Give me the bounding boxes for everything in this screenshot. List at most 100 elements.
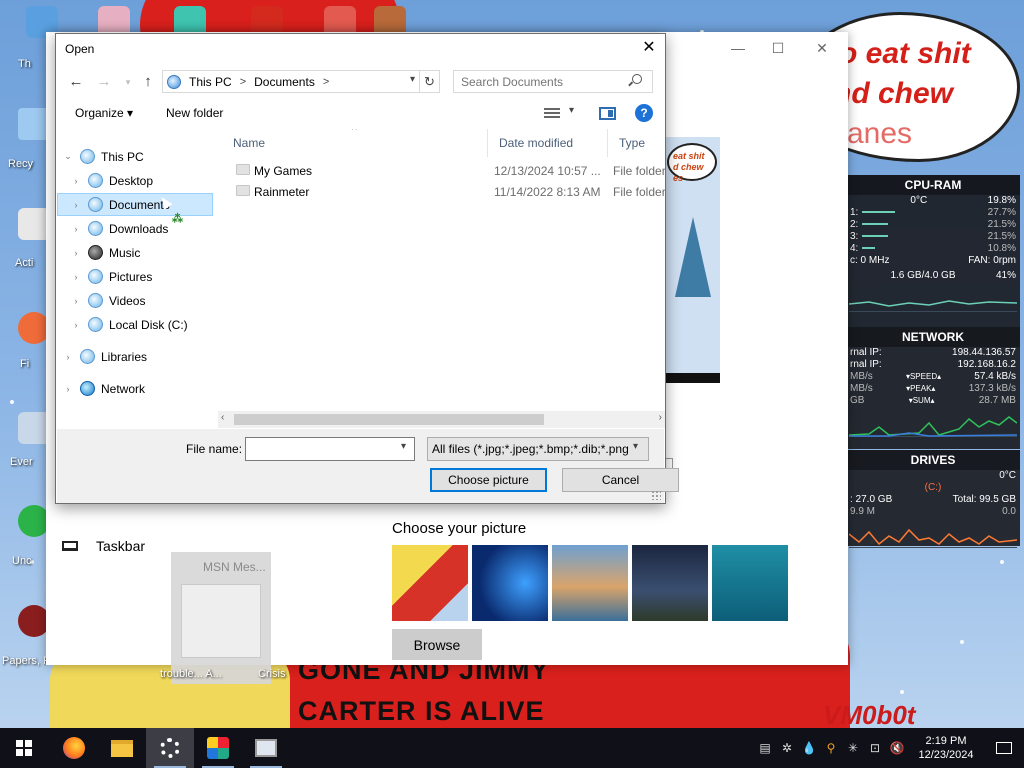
cpu-core-row: 4: 10.8%: [846, 243, 1020, 255]
file-type-filter[interactable]: All files (*.jpg;*.jpeg;*.bmp;*.dib;*.pn…: [427, 437, 649, 461]
horizontal-scrollbar[interactable]: ‹ ›: [218, 411, 665, 428]
start-button[interactable]: [0, 728, 48, 768]
nav-item-desktop[interactable]: › Desktop: [57, 169, 213, 192]
desktop-label-acti[interactable]: Acti: [15, 257, 33, 269]
picture-thumbnail[interactable]: [712, 545, 788, 621]
firefox-icon: [63, 737, 85, 759]
forward-button[interactable]: →: [93, 71, 115, 93]
column-header-type[interactable]: Type: [608, 129, 665, 157]
collapsed-chevron-icon[interactable]: ›: [70, 296, 82, 306]
collapsed-chevron-icon[interactable]: ›: [70, 248, 82, 258]
tray-app-icon[interactable]: ▤: [754, 728, 776, 768]
cancel-button[interactable]: Cancel: [562, 468, 679, 492]
tray-drop-icon[interactable]: 💧: [798, 728, 820, 768]
organize-button[interactable]: Organize ▾: [75, 106, 133, 120]
view-options-dropdown-icon[interactable]: ▾: [569, 105, 574, 116]
desktop-label-recycle[interactable]: Recy: [8, 158, 33, 170]
collapsed-chevron-icon[interactable]: ›: [70, 224, 82, 234]
taskbar-firefox[interactable]: [50, 728, 98, 768]
arrow-left-icon: ←: [68, 73, 84, 90]
collapsed-chevron-icon[interactable]: ›: [70, 320, 82, 330]
file-row-my-games[interactable]: My Games 12/13/2024 10:57 ... File folde…: [222, 160, 665, 181]
nav-item-network[interactable]: › Network: [57, 377, 213, 400]
ext-ip-label: rnal IP:: [850, 347, 882, 358]
scroll-left-icon[interactable]: ‹: [221, 412, 224, 423]
desktop-label-papers[interactable]: Papers, P: [2, 655, 50, 667]
change-view-icon[interactable]: [544, 108, 560, 120]
rainmeter-drives: DRIVES 0°C (C:) : 27.0 GB Total: 99.5 GB …: [846, 450, 1020, 548]
resize-grip-icon[interactable]: [651, 490, 661, 500]
tray-volume-muted-icon[interactable]: 🔇: [886, 728, 908, 768]
settings-maximize-button[interactable]: ☐: [758, 40, 798, 57]
collapsed-chevron-icon[interactable]: ›: [62, 352, 74, 362]
collapsed-chevron-icon[interactable]: ›: [70, 272, 82, 282]
browse-button[interactable]: Browse: [392, 629, 482, 660]
picture-thumbnails: [392, 545, 788, 621]
nav-item-downloads[interactable]: › Downloads: [57, 217, 213, 240]
settings-nav-taskbar[interactable]: Taskbar: [62, 538, 145, 554]
picture-thumbnail[interactable]: [632, 545, 708, 621]
tray-sparkle-icon[interactable]: ✳: [842, 728, 864, 768]
scroll-right-icon[interactable]: ›: [659, 412, 662, 423]
nav-item-this-pc[interactable]: ⌄ This PC: [57, 145, 213, 168]
breadcrumb-chevron-icon[interactable]: >: [323, 76, 329, 88]
file-row-rainmeter[interactable]: Rainmeter 11/14/2022 8:13 AM File folder: [222, 181, 665, 202]
nav-item-videos[interactable]: › Videos: [57, 289, 213, 312]
tray-network-icon[interactable]: ⊡: [864, 728, 886, 768]
taskbar-settings[interactable]: [146, 728, 194, 768]
tray-settings-icon[interactable]: ✲: [776, 728, 798, 768]
taskbar-clock[interactable]: 2:19 PM 12/23/2024: [908, 734, 984, 762]
search-input[interactable]: [453, 70, 653, 93]
picture-thumbnail[interactable]: [392, 545, 468, 621]
desktop-label-th[interactable]: Th: [18, 58, 31, 70]
filter-dropdown-icon[interactable]: ▾: [633, 441, 639, 452]
cpu-core-label: 3:: [850, 231, 859, 242]
address-bar[interactable]: This PC > Documents > ▾ ↻: [162, 70, 440, 93]
back-button[interactable]: ←: [65, 71, 87, 93]
column-header-date[interactable]: Date modified: [488, 129, 608, 157]
tray-search-icon[interactable]: ⚲: [820, 728, 842, 768]
refresh-button[interactable]: ↻: [419, 71, 439, 92]
picture-thumbnail[interactable]: [472, 545, 548, 621]
settings-minimize-button[interactable]: —: [718, 40, 758, 56]
collapsed-chevron-icon[interactable]: ›: [70, 200, 82, 210]
dialog-close-button[interactable]: ✕: [633, 34, 665, 62]
cpu-core-label: 2:: [850, 219, 859, 230]
libraries-icon: [80, 349, 95, 364]
address-dropdown-icon[interactable]: ▾: [410, 74, 415, 85]
desktop-label-ever[interactable]: Ever: [10, 456, 33, 468]
help-icon[interactable]: ?: [635, 104, 653, 122]
breadcrumb-this-pc[interactable]: This PC: [189, 75, 232, 89]
recent-locations-button[interactable]: ▾: [117, 71, 139, 93]
notification-center-button[interactable]: [984, 728, 1024, 768]
network-icon: [80, 381, 95, 396]
taskbar-label: Taskbar: [96, 538, 146, 554]
expanded-chevron-icon[interactable]: ⌄: [62, 151, 74, 162]
settings-close-button[interactable]: ✕: [802, 40, 842, 57]
nav-item-music[interactable]: › Music: [57, 241, 213, 264]
collapsed-chevron-icon[interactable]: ›: [62, 384, 74, 394]
taskbar-paint[interactable]: [194, 728, 242, 768]
preview-pane-icon[interactable]: [599, 107, 616, 120]
taskbar-photos[interactable]: [242, 728, 290, 768]
new-folder-button[interactable]: New folder: [166, 106, 223, 120]
picture-thumbnail[interactable]: [552, 545, 628, 621]
collapsed-chevron-icon[interactable]: ›: [70, 176, 82, 186]
breadcrumb-documents[interactable]: Documents: [254, 75, 315, 89]
file-name-dropdown-icon[interactable]: ▾: [401, 441, 406, 452]
clock-date: 12/23/2024: [918, 749, 974, 761]
nav-item-pictures[interactable]: › Pictures: [57, 265, 213, 288]
breadcrumb-chevron-icon[interactable]: >: [240, 76, 246, 88]
column-header-name[interactable]: Name: [222, 129, 488, 157]
up-button[interactable]: ↑: [137, 71, 159, 93]
desktop-label-unc[interactable]: Unc: [12, 555, 32, 567]
scrollbar-thumb[interactable]: [234, 414, 544, 425]
nav-item-libraries[interactable]: › Libraries: [57, 345, 213, 368]
nav-item-local-disk[interactable]: › Local Disk (C:): [57, 313, 213, 336]
file-name-input[interactable]: [245, 437, 415, 461]
nav-item-documents[interactable]: › Documents: [57, 193, 213, 216]
search-icon: [632, 74, 642, 84]
taskbar-file-explorer[interactable]: [98, 728, 146, 768]
desktop-label-fi[interactable]: Fi: [20, 358, 29, 370]
choose-picture-button[interactable]: Choose picture: [430, 468, 547, 492]
